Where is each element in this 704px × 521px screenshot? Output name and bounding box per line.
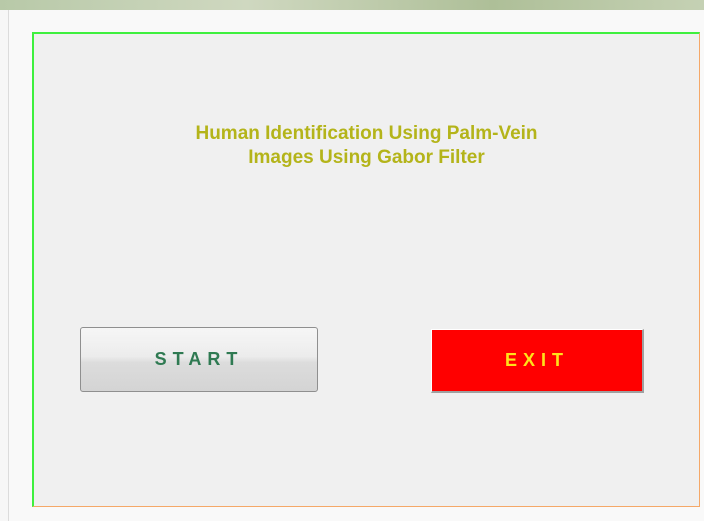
main-panel: Human Identification Using Palm-Vein Ima… <box>32 32 700 507</box>
title-line-2: Images Using Gabor Filter <box>248 147 485 168</box>
start-button-label: START <box>154 349 244 369</box>
start-button[interactable]: START <box>80 327 318 392</box>
page-title: Human Identification Using Palm-Vein Ima… <box>34 122 699 170</box>
exit-button-label: EXIT <box>504 350 569 370</box>
exit-button[interactable]: EXIT <box>431 329 644 393</box>
title-line-1: Human Identification Using Palm-Vein <box>195 123 538 144</box>
window-title-strip <box>0 0 704 10</box>
